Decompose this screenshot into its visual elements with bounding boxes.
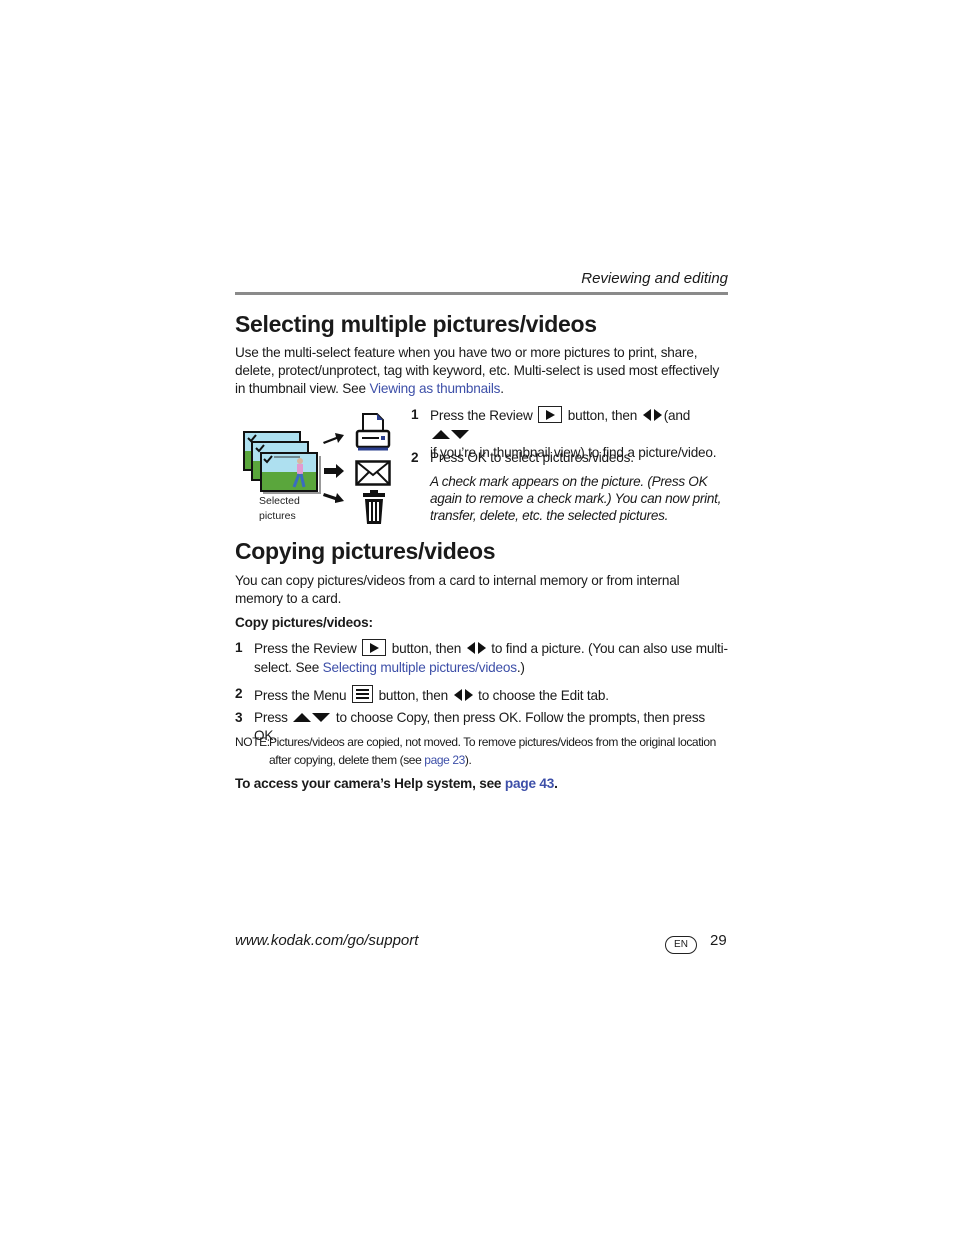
check-mark-note: A check mark appears on the picture. (Pr… bbox=[430, 474, 722, 523]
copy-note: NOTE: Pictures/videos are copied, not mo… bbox=[235, 735, 716, 767]
left-right-arrows-icon bbox=[466, 641, 486, 659]
page-43-link[interactable]: page 43 bbox=[505, 776, 554, 791]
review-button-icon bbox=[362, 639, 387, 656]
menu-button-icon bbox=[351, 685, 373, 703]
copying-step-1: 1 Press the Review button, then to find … bbox=[235, 639, 728, 675]
copy-subheading: Copy pictures/videos: bbox=[235, 615, 373, 630]
selecting-intro: Use the multi-select feature when you ha… bbox=[235, 345, 720, 396]
up-down-arrows-icon bbox=[293, 709, 331, 727]
section-header: Reviewing and editing bbox=[581, 270, 728, 287]
left-right-arrows-icon bbox=[642, 408, 662, 426]
copying-intro: You can copy pictures/videos from a card… bbox=[235, 573, 680, 606]
arrow-to-email-icon bbox=[322, 463, 346, 484]
caption-selected: Selected bbox=[259, 495, 300, 507]
viewing-thumbnails-link[interactable]: Viewing as thumbnails bbox=[369, 381, 500, 396]
copying-step-2: 2 Press the Menu button, then to choose … bbox=[235, 685, 730, 706]
section-title-copying: Copying pictures/videos bbox=[235, 538, 496, 564]
email-icon bbox=[355, 460, 391, 491]
arrow-to-print-icon bbox=[322, 430, 346, 451]
page-23-link[interactable]: page 23 bbox=[424, 753, 465, 767]
selecting-multiple-link[interactable]: Selecting multiple pictures/videos bbox=[323, 660, 517, 675]
trash-icon bbox=[361, 489, 387, 530]
arrow-to-delete-icon bbox=[322, 489, 346, 510]
selecting-step-2: 2 Press OK to select pictures/videos. bbox=[411, 450, 634, 465]
language-badge: EN bbox=[665, 936, 697, 954]
footer-url: www.kodak.com/go/support bbox=[235, 932, 419, 949]
left-right-arrows-icon bbox=[453, 688, 473, 706]
page-number: 29 bbox=[710, 932, 727, 949]
printer-icon bbox=[355, 412, 391, 459]
up-down-arrows-icon bbox=[432, 426, 469, 444]
review-button-icon bbox=[538, 406, 563, 423]
section-title-selecting: Selecting multiple pictures/videos bbox=[235, 311, 597, 337]
note-label: NOTE: bbox=[235, 735, 270, 749]
help-reference: To access your camera’s Help system, see… bbox=[235, 776, 558, 791]
caption-pictures: pictures bbox=[259, 510, 296, 522]
header-rule bbox=[235, 292, 728, 295]
